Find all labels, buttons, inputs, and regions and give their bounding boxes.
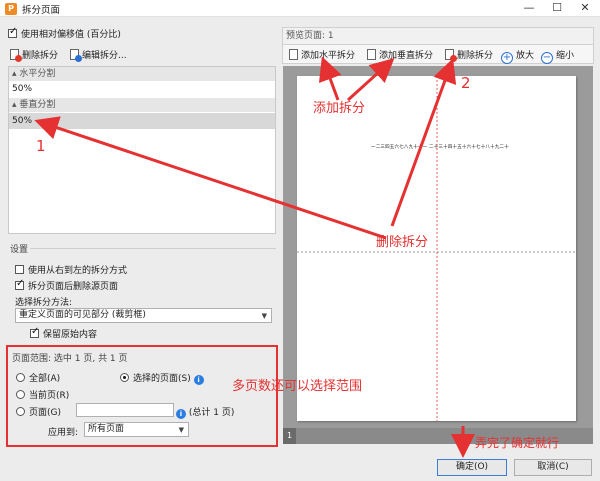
page-thumbnail-number[interactable]: 1: [283, 428, 296, 444]
annotation-add-split: 添加拆分: [313, 101, 366, 116]
zoom-out-icon: −: [541, 52, 553, 64]
app-logo-icon: P: [5, 3, 17, 15]
annotation-range-hint: 多页数还可以选择范围: [232, 379, 363, 394]
range-all-label: 全部(A): [29, 374, 61, 384]
checkbox-unchecked-icon: [15, 265, 24, 274]
chevron-down-icon: ▼: [178, 426, 184, 434]
range-current-radio[interactable]: 当前页(R): [16, 388, 69, 401]
preview-header: 预览页面: 1: [282, 27, 594, 45]
add-vertical-split-label: 添加垂直拆分: [379, 51, 434, 61]
horizontal-group-header[interactable]: ▴ 水平分割: [9, 67, 275, 81]
preview-page: 一二三四五六七八九十十一 二十三十四十五十六十七十八十九二十: [297, 76, 576, 421]
apply-to-value: 所有页面: [88, 424, 125, 434]
zoom-out-label: 缩小: [556, 51, 575, 61]
info-icon[interactable]: i: [176, 409, 186, 419]
split-method-select[interactable]: 重定义页面的可见部分 (裁剪框) ▼: [15, 308, 272, 323]
zoom-in-button[interactable]: + 放大: [501, 48, 534, 64]
delete-source-checkbox[interactable]: 拆分页面后删除源页面: [15, 278, 119, 292]
add-horizontal-split-button[interactable]: 添加水平拆分: [289, 48, 355, 61]
edit-split-button[interactable]: 编辑拆分...: [70, 48, 127, 62]
ok-button[interactable]: 确定(O): [437, 459, 507, 476]
vertical-split-item[interactable]: 50%: [9, 113, 275, 129]
add-horizontal-split-icon: [289, 49, 298, 60]
info-icon[interactable]: i: [193, 375, 204, 385]
zoom-in-icon: +: [501, 52, 513, 64]
relative-offset-checkbox[interactable]: 使用相对偏移值 (百分比): [8, 26, 121, 40]
add-horizontal-split-label: 添加水平拆分: [301, 51, 356, 61]
preview-delete-split-button[interactable]: 删除拆分: [445, 48, 494, 62]
zoom-out-button[interactable]: − 缩小: [541, 48, 574, 64]
delete-source-label: 拆分页面后删除源页面: [28, 282, 119, 292]
split-method-label: 选择拆分方法:: [15, 298, 73, 308]
annotation-number-1: 1: [36, 137, 46, 155]
pages-input[interactable]: [76, 403, 174, 417]
apply-to-select[interactable]: 所有页面 ▼: [84, 422, 189, 437]
window-title: 拆分页面: [22, 5, 61, 16]
preview-toolbar: 添加水平拆分 添加垂直拆分 删除拆分 + 放大 − 缩小: [282, 44, 594, 64]
minimize-button[interactable]: —: [515, 0, 543, 17]
settings-divider: [30, 248, 276, 249]
annotation-delete-split: 删除拆分: [376, 235, 429, 250]
relative-offset-label: 使用相对偏移值 (百分比): [21, 30, 121, 40]
cancel-button[interactable]: 取消(C): [514, 459, 592, 476]
delete-split-label: 删除拆分: [22, 51, 59, 61]
range-selected-radio[interactable]: 选择的页面(S) i: [120, 371, 204, 385]
annotation-done-hint: 弄完了确定就行: [475, 436, 560, 450]
close-button[interactable]: ✕: [571, 0, 599, 17]
maximize-button[interactable]: ☐: [543, 0, 571, 17]
page-range-group: 页面范围: 选中 1 页, 共 1 页 全部(A) 选择的页面(S) i 当前页…: [6, 345, 278, 447]
range-all-radio[interactable]: 全部(A): [16, 371, 60, 384]
settings-label: 设置: [10, 245, 29, 255]
radio-selected-icon: [120, 373, 129, 382]
checkbox-checked-icon: [8, 26, 17, 38]
range-pages-label: 页面(G): [29, 408, 61, 418]
add-vertical-split-icon: [367, 49, 376, 60]
add-vertical-split-button[interactable]: 添加垂直拆分: [367, 48, 433, 61]
edit-split-icon: [70, 49, 82, 62]
vertical-group-label: 垂直分割: [19, 100, 56, 110]
range-selected-label: 选择的页面(S): [133, 374, 191, 384]
range-pages-radio[interactable]: 页面(G): [16, 405, 61, 418]
edit-split-label: 编辑拆分...: [82, 51, 127, 61]
keep-original-label: 保留原始内容: [43, 330, 98, 340]
rtl-split-checkbox[interactable]: 使用从右到左的拆分方式: [15, 263, 127, 276]
apply-to-label: 应用到:: [48, 428, 79, 438]
checkbox-checked-icon: [30, 326, 39, 338]
keep-original-checkbox[interactable]: 保留原始内容: [30, 326, 98, 340]
pages-total: i (总计 1 页): [176, 405, 234, 419]
annotation-number-2: 2: [461, 74, 471, 92]
preview-canvas[interactable]: 一二三四五六七八九十十一 二十三十四十五十六十七十八十九二十: [283, 66, 593, 428]
preview-delete-split-label: 删除拆分: [457, 51, 494, 61]
chevron-down-icon: ▼: [261, 312, 267, 320]
split-method-value: 重定义页面的可见部分 (裁剪框): [19, 310, 146, 320]
checkbox-checked-icon: [15, 278, 24, 290]
horizontal-split-item[interactable]: 50%: [9, 81, 275, 97]
radio-icon: [16, 407, 25, 416]
delete-split-icon: [445, 49, 457, 62]
delete-split-icon: [10, 49, 22, 62]
radio-icon: [16, 390, 25, 399]
horizontal-group-label: 水平分割: [19, 69, 56, 79]
vertical-group-header[interactable]: ▴ 垂直分割: [9, 98, 275, 112]
split-list[interactable]: ▴ 水平分割 50% ▴ 垂直分割 50%: [8, 66, 276, 234]
zoom-in-label: 放大: [516, 51, 535, 61]
range-current-label: 当前页(R): [29, 391, 70, 401]
rtl-split-label: 使用从右到左的拆分方式: [28, 266, 128, 276]
page-range-title: 页面范围: 选中 1 页, 共 1 页: [12, 354, 128, 364]
split-lines: [297, 76, 576, 421]
delete-split-button[interactable]: 删除拆分: [10, 48, 59, 62]
pages-total-label: (总计 1 页): [188, 408, 235, 418]
title-bar: P 拆分页面 — ☐ ✕: [0, 0, 600, 17]
radio-icon: [16, 373, 25, 382]
